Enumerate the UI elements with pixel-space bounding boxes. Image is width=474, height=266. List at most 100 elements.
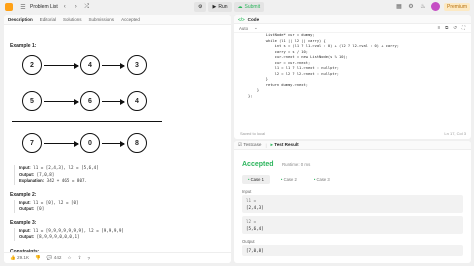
list-node: 6 <box>80 91 100 111</box>
code-icon: </> <box>238 16 245 22</box>
pass-dot-icon: • <box>280 177 283 182</box>
bug-icon: ⚙ <box>198 4 203 10</box>
like-button[interactable]: 👍 29.1K <box>10 255 29 261</box>
comment-icon: 💬 <box>46 255 53 260</box>
description-content: Example 1: 2 4 3 5 6 4 7 0 8 Input: l1 =… <box>4 25 231 259</box>
sum-divider-area <box>10 117 225 127</box>
code-tools: ≡ ⧉ ↺ ⛶ <box>438 25 465 31</box>
language-select[interactable]: Auto <box>239 26 248 31</box>
cloud-upload-icon: ☁ <box>237 4 243 10</box>
tab-test-result-label: Test Result <box>274 142 299 147</box>
list-node: 4 <box>127 91 147 111</box>
input-label: Input: <box>19 227 31 233</box>
tab-solutions[interactable]: Solutions <box>63 17 82 22</box>
fullscreen-icon[interactable]: ⛶ <box>462 25 465 31</box>
comments-button[interactable]: 💬 442 <box>47 255 62 261</box>
l2-label: l2 = <box>246 219 257 224</box>
logo-icon[interactable] <box>5 3 13 11</box>
tab-description[interactable]: Description <box>8 17 33 22</box>
play-icon: ▶ <box>212 4 217 10</box>
example-1-block: Input: l1 = [2,4,3], l2 = [5,6,4] Output… <box>14 165 225 185</box>
shuffle-icon[interactable]: ⤮ <box>83 3 91 11</box>
code-editor[interactable]: ListNode* cur = dummy; while (l1 || l2 |… <box>234 33 471 99</box>
output-heading: Output <box>242 239 255 244</box>
chevron-down-icon[interactable]: ⌄ <box>254 25 258 31</box>
test-result-body: Accepted Runtime: 0 ms • Case 1 • Case 2… <box>234 150 471 259</box>
input-heading: Input <box>242 189 252 194</box>
output-value: [8,9,9,9,0,0,0,1] <box>36 234 80 239</box>
tab-accepted[interactable]: Accepted <box>121 17 140 22</box>
explanation-label: Explanation: <box>19 178 45 183</box>
example-2-block: Input: l1 = [0], l2 = [0] Output: [0] <box>14 199 225 213</box>
code-title: Code <box>247 16 260 22</box>
arrow <box>44 140 79 148</box>
help-button[interactable]: ? <box>87 256 90 261</box>
favorite-button[interactable]: ☆ <box>67 255 71 261</box>
problem-list-label: Problem List <box>30 4 58 10</box>
premium-button[interactable]: Premium <box>443 2 470 11</box>
test-tabs: ☑ Testcase | ▸ Test Result <box>234 141 471 150</box>
fire-icon[interactable]: ♨ <box>419 3 427 11</box>
cursor-position: Ln 17, Col 3 <box>444 131 466 136</box>
next-icon[interactable]: › <box>72 3 80 11</box>
list-node: 2 <box>22 55 42 75</box>
submit-button[interactable]: ☁ Submit <box>233 2 265 12</box>
checkbox-icon: ☑ <box>238 142 243 147</box>
tab-testcase[interactable]: ☑ Testcase <box>238 142 261 148</box>
case-tab[interactable]: • Case 1 <box>242 175 270 184</box>
l1-value: [2,4,3] <box>246 205 264 210</box>
bookmark-icon[interactable]: ⧉ <box>445 25 448 31</box>
example-3-title: Example 3: <box>10 219 37 226</box>
runtime-text: Runtime: 0 ms <box>281 162 311 167</box>
share-button[interactable]: ⇪ <box>78 255 82 261</box>
arrow <box>102 98 125 106</box>
list-icon: ☰ <box>20 4 26 11</box>
code-panel: </> Code Auto ⌄ ≡ ⧉ ↺ ⛶ ListNode* cur = … <box>234 15 471 139</box>
case-tab[interactable]: • Case 3 <box>308 175 336 184</box>
avatar[interactable] <box>430 2 440 11</box>
description-panel: Description Editorial Solutions Submissi… <box>4 15 231 263</box>
thumbs-down-icon: 👎 <box>35 255 41 260</box>
help-icon: ? <box>87 255 90 261</box>
code-toolbar: Auto ⌄ ≡ ⧉ ↺ ⛶ <box>234 24 471 33</box>
run-controls: ⚙ ▶ Run ☁ Submit <box>194 2 265 12</box>
like-count: 29.1K <box>17 255 30 260</box>
output-value-box: [7,0,8] <box>242 245 463 256</box>
list-node: 5 <box>22 91 42 111</box>
tab-submissions[interactable]: Submissions <box>89 17 115 22</box>
input-l2: l2 = [5,6,4] <box>242 216 463 234</box>
run-button[interactable]: ▶ Run <box>208 2 232 12</box>
prev-icon[interactable]: ‹ <box>61 3 69 11</box>
pass-dot-icon: • <box>248 177 250 182</box>
case-tab[interactable]: • Case 2 <box>275 175 303 184</box>
arrow <box>44 62 79 70</box>
input-label: Input: <box>19 165 31 170</box>
list-node: 8 <box>127 133 147 153</box>
test-panel: ☑ Testcase | ▸ Test Result Accepted Runt… <box>234 141 471 263</box>
code-line: }; <box>238 94 471 100</box>
tab-divider: | <box>265 142 267 148</box>
case-label: Case 3 <box>316 177 330 182</box>
settings-icon[interactable]: ⚙ <box>407 3 415 11</box>
tab-editorial[interactable]: Editorial <box>40 17 56 22</box>
list-node: 3 <box>127 55 147 75</box>
terminal-icon: ▸ <box>270 142 273 147</box>
tab-testcase-label: Testcase <box>243 142 262 147</box>
reset-icon[interactable]: ↺ <box>453 25 457 31</box>
debug-button[interactable]: ⚙ <box>194 2 207 12</box>
format-icon[interactable]: ≡ <box>438 25 441 31</box>
code-text: }; <box>248 93 253 98</box>
case-label: Case 2 <box>283 177 297 182</box>
output-label: Output: <box>19 234 35 239</box>
problem-list-nav[interactable]: ☰ Problem List ‹ › ⤮ <box>19 3 91 11</box>
case-label: Case 1 <box>250 177 264 182</box>
top-bar: ☰ Problem List ‹ › ⤮ ⚙ ▶ Run ☁ Submit ▦ … <box>0 0 474 14</box>
code-header: </> Code <box>234 15 471 24</box>
tab-test-result[interactable]: ▸ Test Result <box>271 142 299 148</box>
submit-label: Submit <box>244 4 261 10</box>
dislike-button[interactable]: 👎 <box>35 255 41 261</box>
input-value: l1 = [9,9,9,9,9,9,9], l2 = [9,9,9,9] <box>33 227 124 233</box>
layout-icon[interactable]: ▦ <box>395 3 403 11</box>
list-node: 4 <box>80 55 100 75</box>
share-icon: ⇪ <box>77 255 82 260</box>
